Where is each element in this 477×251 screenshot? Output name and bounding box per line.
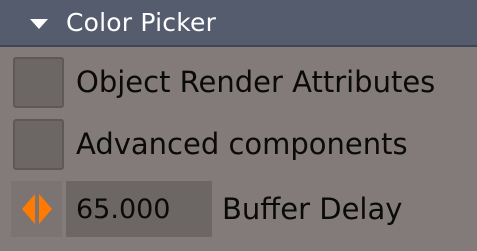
object-render-attributes-label: Object Render Attributes — [76, 65, 436, 99]
buffer-delay-label: Buffer Delay — [222, 192, 403, 226]
object-render-attributes-row: Object Render Attributes — [0, 52, 477, 112]
color-picker-panel: Color Picker Object Render Attributes Ad… — [0, 0, 477, 251]
buffer-delay-value-field[interactable]: 65.000 — [66, 181, 212, 237]
advanced-components-row: Advanced components — [0, 114, 477, 174]
triangle-down-icon[interactable] — [30, 19, 48, 29]
buffer-delay-row: 65.000 Buffer Delay — [0, 179, 477, 239]
object-render-attributes-checkbox[interactable] — [13, 56, 64, 108]
advanced-components-checkbox[interactable] — [13, 118, 64, 170]
section-title: Color Picker — [66, 8, 217, 37]
section-header[interactable]: Color Picker — [0, 0, 477, 47]
left-right-arrows-icon[interactable] — [11, 181, 62, 237]
advanced-components-label: Advanced components — [76, 127, 408, 161]
